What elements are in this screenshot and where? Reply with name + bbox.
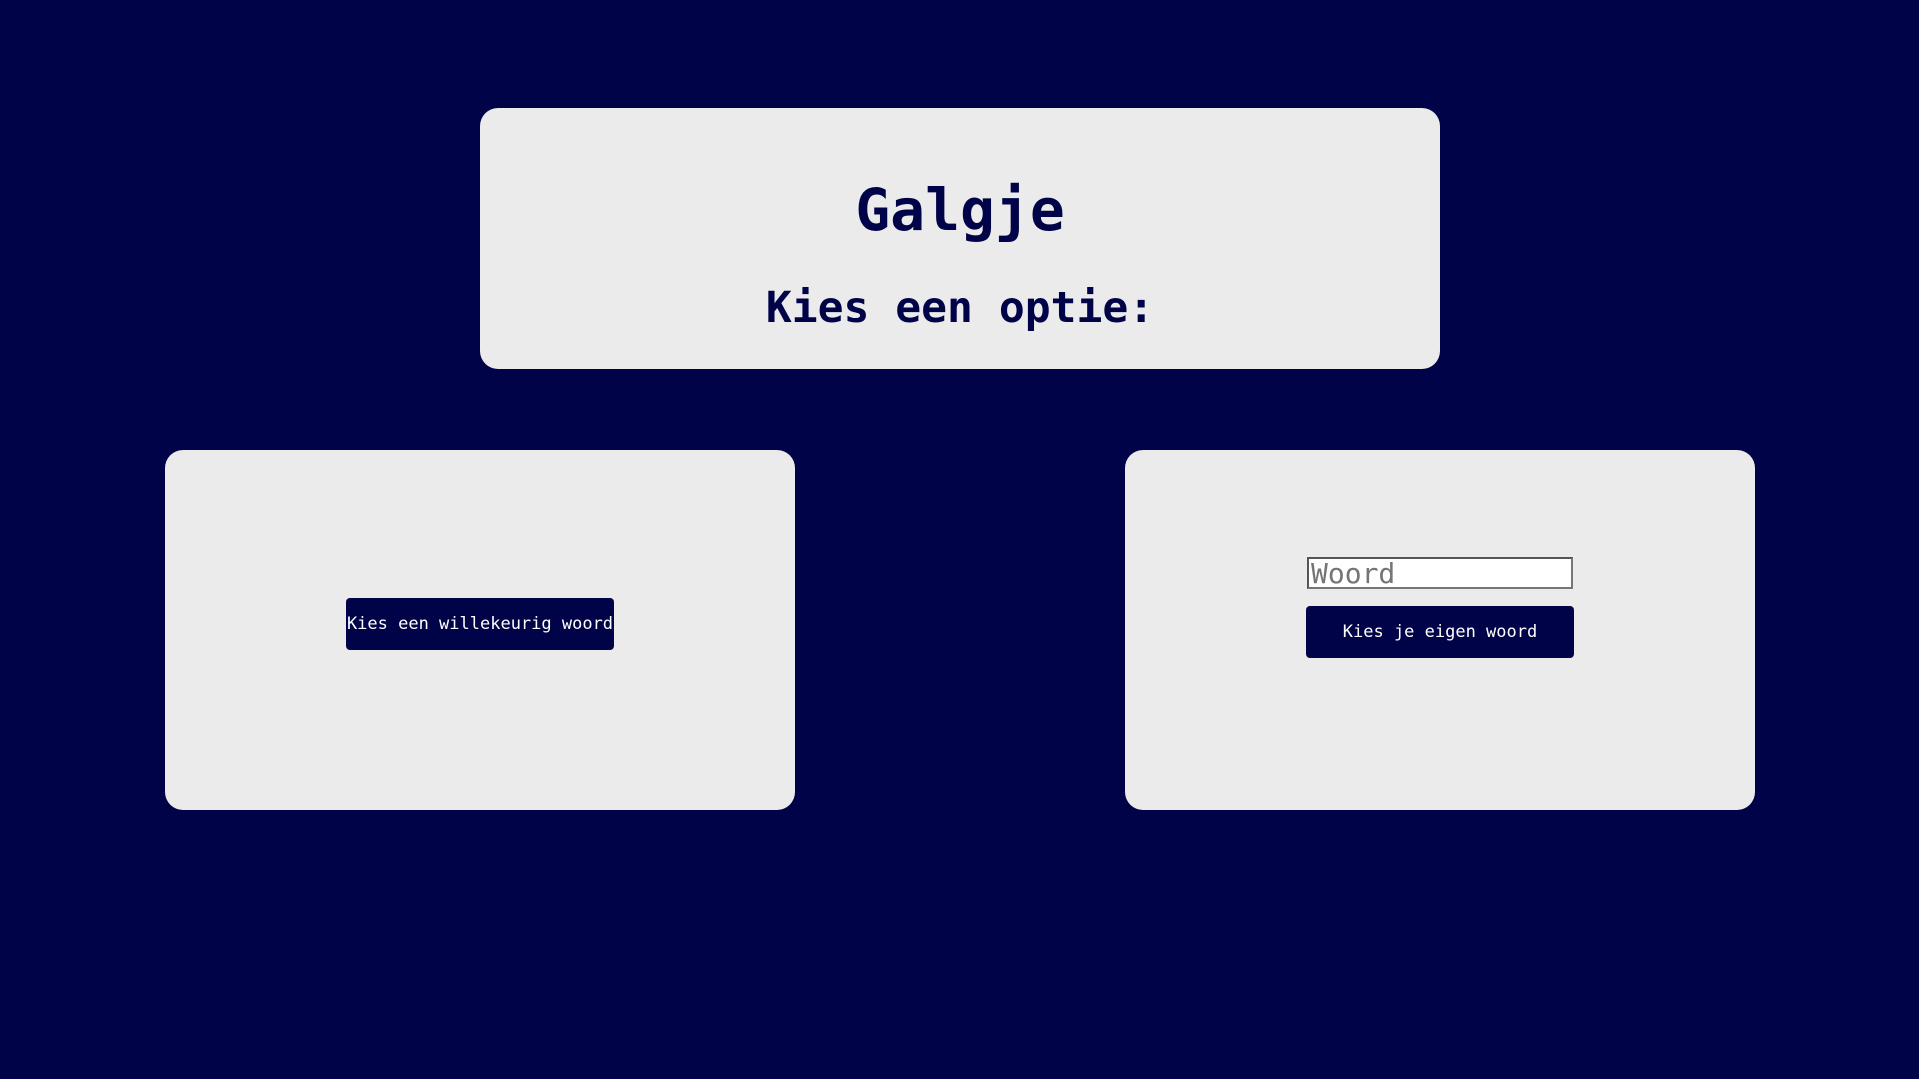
page-subtitle: Kies een optie: [765, 283, 1155, 333]
word-input[interactable] [1307, 557, 1573, 589]
own-word-button[interactable]: Kies je eigen woord [1306, 606, 1574, 658]
page-title: Galgje [855, 176, 1065, 244]
random-word-button[interactable]: Kies een willekeurig woord [346, 598, 614, 650]
header-card: Galgje Kies een optie: [480, 108, 1440, 369]
random-word-card: Kies een willekeurig woord [165, 450, 795, 810]
own-word-card: Kies je eigen woord [1125, 450, 1755, 810]
page: Galgje Kies een optie: Kies een willekeu… [0, 0, 1919, 1079]
